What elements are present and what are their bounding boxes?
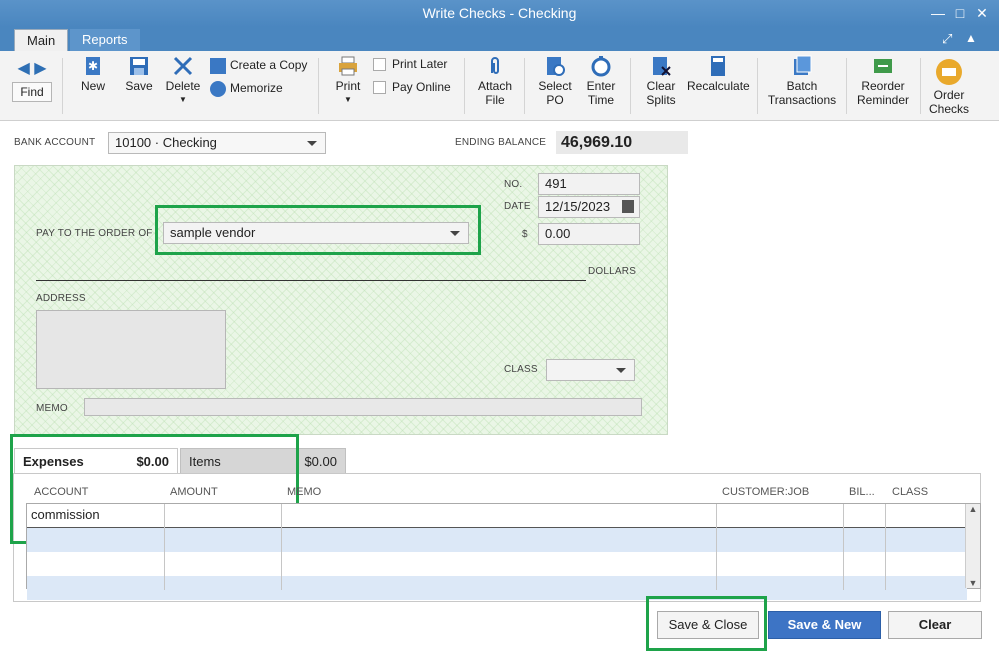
table-row[interactable] [27,552,967,576]
reorder-reminder-button[interactable]: Reorder Reminder [854,55,912,107]
date-label: DATE [504,201,531,212]
check-number-label: NO. [504,179,523,190]
batch-transactions-button[interactable]: Batch Transactions [766,55,838,107]
class-label: CLASS [504,364,538,375]
expand-icon[interactable]: ⤢ [942,31,952,47]
save-close-button[interactable]: Save & Close [657,611,759,639]
printer-icon [339,56,357,76]
memo-input[interactable] [84,398,642,416]
minimize-icon[interactable]: — [928,4,948,22]
create-copy-button[interactable]: Create a Copy [210,56,307,74]
table-row[interactable] [27,576,967,600]
maximize-icon[interactable]: □ [950,4,970,22]
account-cell[interactable]: commission [31,507,100,522]
bank-account-select[interactable]: 10100 · Checking [108,132,326,154]
tab-reports[interactable]: Reports [70,29,140,51]
memo-label: MEMO [36,403,68,414]
col-customer-job[interactable]: CUSTOMER:JOB [722,486,809,498]
prev-next-arrows-icon[interactable]: ◀ ▶ [12,58,52,78]
table-row[interactable]: commission [27,504,967,528]
ending-balance-label: ENDING BALANCE [455,137,547,148]
print-later-checkbox[interactable]: Print Later [373,57,447,72]
enter-time-button[interactable]: Enter Time [582,55,620,107]
find-button[interactable]: Find [12,82,52,102]
dollars-label: DOLLARS [588,266,637,277]
delete-button[interactable]: Delete ▼ [165,55,201,107]
select-po-button[interactable]: Select PO [536,55,574,107]
memorize-button[interactable]: Memorize [210,79,283,97]
col-billable[interactable]: BIL... [849,486,875,498]
print-button[interactable]: Print ▼ [333,55,363,107]
save-button[interactable]: Save [123,55,155,93]
col-account[interactable]: ACCOUNT [34,486,88,498]
col-amount[interactable]: AMOUNT [170,486,218,498]
pay-online-checkbox[interactable]: Pay Online [373,80,451,95]
save-icon [130,57,148,75]
tab-main[interactable]: Main [14,29,69,51]
scroll-up-icon[interactable]: ▲ [966,504,980,514]
date-input[interactable]: 12/15/2023 [538,196,640,218]
attach-file-button[interactable]: Attach File [476,55,514,107]
clear-splits-button[interactable]: Clear Splits [641,55,681,107]
svg-text:✱: ✱ [88,59,98,73]
copy-icon [210,57,226,74]
order-checks-icon [936,59,962,85]
pay-to-label: PAY TO THE ORDER OF [36,228,153,239]
save-new-button[interactable]: Save & New [768,611,881,639]
batch-icon [794,55,812,75]
tab-bar [0,27,999,51]
clear-button[interactable]: Clear [888,611,982,639]
reorder-icon [874,59,892,73]
ending-balance-value: 46,969.10 [556,131,688,154]
close-icon[interactable]: ✕ [972,4,992,22]
paperclip-icon [491,57,499,74]
bank-account-label: BANK ACCOUNT [14,137,96,148]
collapse-up-icon[interactable]: ▲ [965,31,977,45]
address-textarea[interactable] [36,310,226,389]
stopwatch-icon [591,56,611,77]
grid-scrollbar[interactable]: ▲ ▼ [965,504,980,588]
amount-currency-label: $ [522,229,528,240]
col-memo[interactable]: MEMO [287,486,321,498]
memorize-icon [210,80,226,97]
col-class[interactable]: CLASS [892,486,928,498]
table-row[interactable] [27,528,967,552]
pay-to-select[interactable]: sample vendor [163,222,469,244]
window-title: Write Checks - Checking [0,0,999,27]
amount-input[interactable]: 0.00 [538,223,640,245]
order-checks-button[interactable]: Order Checks [928,58,970,116]
delete-x-icon [173,56,193,76]
written-amount-line [36,280,586,281]
calendar-icon[interactable] [622,200,634,213]
find-group[interactable]: ◀ ▶ Find [12,58,52,102]
new-document-icon: ✱ [86,57,100,75]
address-label: ADDRESS [36,293,86,304]
class-select[interactable] [546,359,635,381]
expenses-grid: commission ▲ ▼ [26,503,981,600]
check-number-input[interactable]: 491 [538,173,640,195]
select-po-icon [547,57,565,76]
scroll-down-icon[interactable]: ▼ [966,578,980,588]
calculator-icon [711,56,725,76]
new-button[interactable]: ✱ New [78,55,108,93]
recalculate-button[interactable]: Recalculate [687,55,750,93]
clear-splits-icon [653,57,671,76]
